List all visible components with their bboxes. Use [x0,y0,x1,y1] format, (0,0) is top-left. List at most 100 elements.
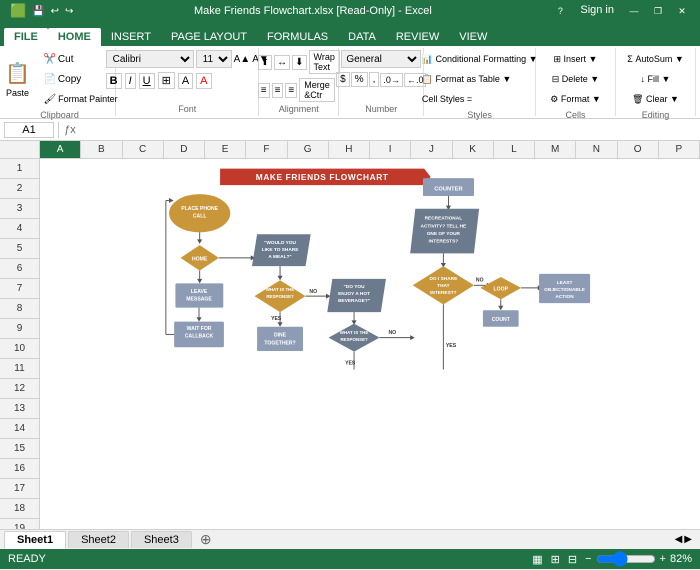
normal-view-icon[interactable]: ▦ [532,553,542,566]
underline-button[interactable]: U [139,73,155,89]
fill-button[interactable]: ↓ Fill ▼ [637,70,675,88]
align-mid-button[interactable]: ↔ [274,55,290,70]
scroll-right-icon[interactable]: ▶ [684,534,692,545]
place-phone-text2: CALL [193,214,207,220]
row-4[interactable]: 4 [0,219,39,239]
row-18[interactable]: 18 [0,499,39,519]
row-19[interactable]: 19 [0,519,39,529]
col-header-l[interactable]: L [494,141,535,158]
tab-pagelayout[interactable]: PAGE LAYOUT [161,28,257,46]
format-button[interactable]: ⚙ Format ▼ [546,90,604,108]
zoom-slider[interactable] [596,551,656,567]
tab-review[interactable]: REVIEW [386,28,449,46]
font-size-select[interactable]: 11 [196,50,232,68]
scroll-left-icon[interactable]: ◀ [675,534,683,545]
close-button[interactable]: ✕ [672,4,692,18]
row-11[interactable]: 11 [0,359,39,379]
number-format-select[interactable]: General [341,50,421,68]
add-sheet-button[interactable]: ⊕ [194,529,218,550]
col-header-b[interactable]: B [81,141,122,158]
col-header-e[interactable]: E [205,141,246,158]
col-header-i[interactable]: I [370,141,411,158]
tab-insert[interactable]: INSERT [101,28,161,46]
font-name-select[interactable]: Calibri [106,50,194,68]
row-14[interactable]: 14 [0,419,39,439]
minimize-button[interactable]: — [624,4,644,18]
row-8[interactable]: 8 [0,299,39,319]
italic-button[interactable]: I [125,73,136,89]
row-12[interactable]: 12 [0,379,39,399]
border-button[interactable]: ⊞ [158,72,175,89]
row-9[interactable]: 9 [0,319,39,339]
col-header-o[interactable]: O [618,141,659,158]
align-left-button[interactable]: ≡ [258,83,270,98]
col-header-m[interactable]: M [535,141,576,158]
page-layout-icon[interactable]: ⊞ [551,553,560,566]
font-color-button[interactable]: A [196,73,211,89]
zoom-in-icon[interactable]: + [660,553,666,565]
tab-file[interactable]: FILE [4,28,48,46]
comma-button[interactable]: , [369,72,380,87]
merge-button[interactable]: Merge&Ctr [299,78,335,102]
row-3[interactable]: 3 [0,199,39,219]
cell-reference-input[interactable] [4,122,54,138]
cell-styles-button[interactable]: Cell Styles = [418,90,476,108]
conditional-format-button[interactable]: 📊 Conditional Formatting ▼ [418,50,542,68]
undo-icon[interactable]: ↩ [49,6,61,17]
row-1[interactable]: 1 [0,159,39,179]
align-top-button[interactable]: ⬆ [258,55,272,70]
maximize-button[interactable]: ❐ [648,4,668,18]
currency-button[interactable]: $ [336,72,350,87]
row-15[interactable]: 15 [0,439,39,459]
help-icon[interactable]: ? [550,4,570,18]
signin-label[interactable]: Sign in [574,4,620,18]
col-header-n[interactable]: N [576,141,617,158]
row-6[interactable]: 6 [0,259,39,279]
row-17[interactable]: 17 [0,479,39,499]
align-bot-button[interactable]: ⬇ [292,55,306,70]
align-right-button[interactable]: ≡ [285,83,297,98]
row-5[interactable]: 5 [0,239,39,259]
zoom-out-icon[interactable]: − [585,553,591,565]
percent-button[interactable]: % [351,72,368,87]
insert-button[interactable]: ⊞ Insert ▼ [550,50,602,68]
row-7[interactable]: 7 [0,279,39,299]
delete-button[interactable]: ⊟ Delete ▼ [548,70,603,88]
col-header-f[interactable]: F [246,141,287,158]
font-grow-button[interactable]: A▲ [234,54,251,65]
tab-data[interactable]: DATA [338,28,386,46]
col-header-p[interactable]: P [659,141,700,158]
autosum-button[interactable]: Σ AutoSum ▼ [623,50,688,68]
col-header-c[interactable]: C [123,141,164,158]
sheet-tab-1[interactable]: Sheet1 [4,531,66,549]
col-header-g[interactable]: G [288,141,329,158]
col-header-j[interactable]: J [411,141,452,158]
col-header-h[interactable]: H [329,141,370,158]
sheet-tab-3[interactable]: Sheet3 [131,531,192,548]
save-icon[interactable]: 💾 [30,6,46,17]
row-16[interactable]: 16 [0,459,39,479]
clear-button[interactable]: 🗑 Clear ▼ [628,90,683,108]
arrowhead-meal-resp [278,276,283,280]
col-header-a[interactable]: A [40,141,81,158]
align-center-button[interactable]: ≡ [272,83,284,98]
cells-area[interactable]: MAKE FRIENDS FLOWCHART PLACE PHONE CALL … [40,159,700,529]
format-table-button[interactable]: 📋 Format as Table ▼ [418,70,515,88]
wrap-button[interactable]: WrapText [309,50,340,74]
formula-input[interactable] [81,124,696,136]
paste-button[interactable]: 📋 Paste [0,51,37,107]
row-13[interactable]: 13 [0,399,39,419]
tab-view[interactable]: VIEW [449,28,497,46]
tab-home[interactable]: HOME [48,28,101,46]
decimal-inc-button[interactable]: .0→ [380,73,403,87]
fill-color-button[interactable]: A [178,73,193,89]
col-header-d[interactable]: D [164,141,205,158]
page-break-icon[interactable]: ⊟ [568,553,577,566]
tab-formulas[interactable]: FORMULAS [257,28,338,46]
sheet-tab-2[interactable]: Sheet2 [68,531,129,548]
redo-icon[interactable]: ↪ [63,6,75,17]
bold-button[interactable]: B [106,73,122,89]
row-2[interactable]: 2 [0,179,39,199]
col-header-k[interactable]: K [453,141,494,158]
row-10[interactable]: 10 [0,339,39,359]
